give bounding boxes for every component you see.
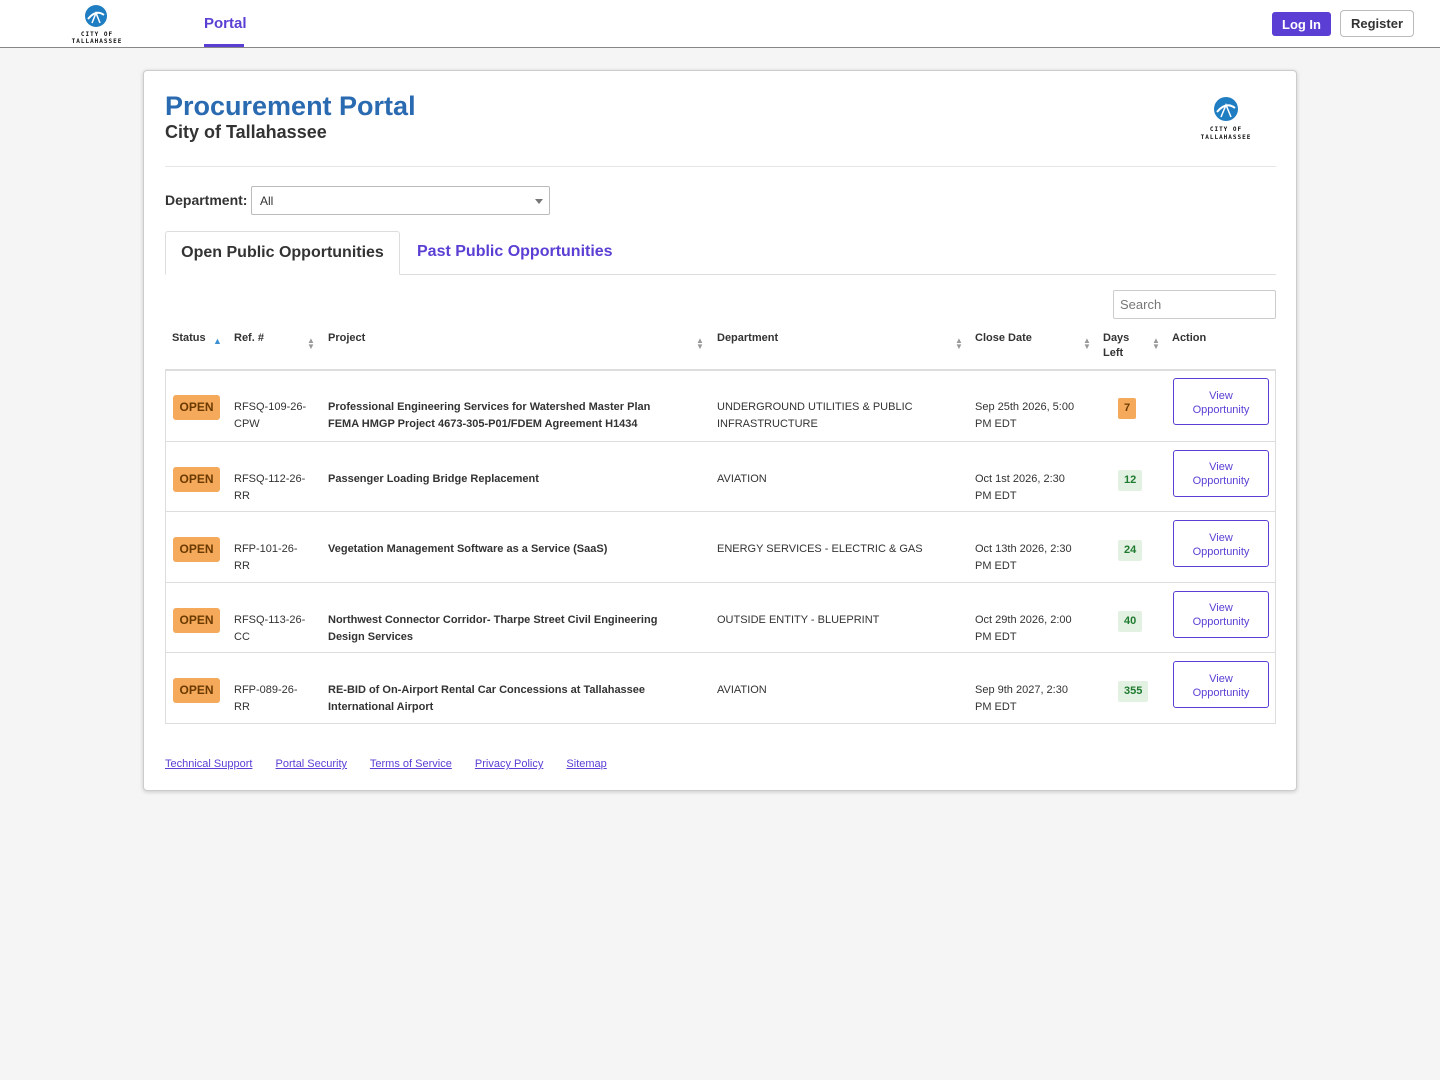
view-opportunity-button[interactable]: View Opportunity [1173, 520, 1269, 567]
days-left-badge: 12 [1118, 469, 1143, 491]
footer-links: Technical Support Portal Security Terms … [165, 758, 627, 770]
department-label: Department: [165, 192, 248, 208]
ref-number: RFSQ-113-26- CC [234, 613, 306, 643]
table-row: OPEN RFSQ-109-26- CPW Professional Engine… [166, 370, 1275, 441]
page-title: Procurement Portal [165, 91, 416, 121]
header-department[interactable]: Department [717, 331, 778, 346]
header-status[interactable]: Status [172, 331, 206, 346]
city-logo-icon[interactable]: CITY OF TALLAHASSEE [58, 3, 136, 45]
header-close-date[interactable]: Close Date [975, 331, 1032, 346]
department-name: AVIATION [717, 472, 767, 485]
project-name: Professional Engineering Services for Wa… [328, 401, 651, 430]
view-opportunity-button[interactable]: View Opportunity [1173, 590, 1269, 638]
close-date: Oct 29th 2026, 2:00 PM EDT [975, 613, 1072, 643]
footer-link-privacy-policy[interactable]: Privacy Policy [475, 758, 543, 770]
chevron-down-icon [535, 199, 543, 204]
close-date: Sep 25th 2026, 5:00 PM EDT [975, 401, 1075, 430]
department-name: AVIATION [717, 684, 767, 696]
tab-past-opportunities[interactable]: Past Public Opportunities [417, 231, 613, 273]
department-select-value: All [260, 194, 274, 208]
status-badge: OPEN [173, 678, 220, 703]
project-name: Passenger Loading Bridge Replacement [328, 472, 539, 485]
status-badge: OPEN [173, 607, 220, 633]
sort-icon[interactable]: ▲ ▼ [307, 337, 315, 351]
project-name: Northwest Connector Corridor- Tharpe Str… [328, 613, 658, 643]
ref-number: RFP-089-26- RR [234, 684, 298, 713]
view-opportunity-button[interactable]: View Opportunity [1173, 661, 1269, 708]
sort-ascending-icon[interactable]: ▲ [213, 336, 222, 346]
department-name: ENERGY SERVICES - ELECTRIC & GAS [717, 543, 923, 555]
header-project[interactable]: Project [328, 331, 365, 346]
top-navbar: CITY OF TALLAHASSEE Portal Log In Regist… [0, 0, 1440, 48]
footer-link-technical-support[interactable]: Technical Support [165, 758, 252, 770]
login-button[interactable]: Log In [1272, 12, 1331, 36]
status-badge: OPEN [173, 466, 220, 492]
tab-open-opportunities[interactable]: Open Public Opportunities [165, 231, 400, 275]
status-badge: OPEN [173, 537, 220, 562]
procurement-card: Procurement Portal City of Tallahassee C… [143, 70, 1297, 791]
department-name: UNDERGROUND UTILITIES & PUBLIC INFRASTRUC… [717, 401, 913, 430]
divider [165, 166, 1276, 167]
ref-number: RFP-101-26- RR [234, 543, 298, 572]
search-input[interactable] [1113, 290, 1276, 319]
ref-number: RFSQ-112-26- RR [234, 472, 306, 502]
close-date: Oct 1st 2026, 2:30 PM EDT [975, 472, 1065, 502]
sort-icon[interactable]: ▲ ▼ [1083, 337, 1091, 351]
status-badge: OPEN [173, 395, 220, 420]
nav-active-indicator [204, 44, 244, 47]
table-row: OPEN RFSQ-113-26- CC Northwest Connector … [166, 581, 1275, 653]
table-row: OPEN RFP-089-26- RR RE-BID of On-Airport … [166, 652, 1275, 723]
view-opportunity-button[interactable]: View Opportunity [1173, 378, 1269, 425]
days-left-badge: 24 [1118, 540, 1143, 561]
table-row: OPEN RFSQ-112-26- RR Passenger Loading Br… [166, 440, 1275, 512]
project-name: RE-BID of On-Airport Rental Car Concessi… [328, 684, 646, 713]
footer-link-terms-of-service[interactable]: Terms of Service [370, 758, 452, 770]
department-select[interactable]: All [251, 186, 550, 215]
department-name: OUTSIDE ENTITY - BLUEPRINT [717, 613, 880, 626]
svg-text:CITY OF: CITY OF [81, 31, 113, 38]
page-subtitle: City of Tallahassee [165, 122, 327, 142]
footer-link-sitemap[interactable]: Sitemap [566, 758, 606, 770]
project-name: Vegetation Management Software as a Serv… [328, 543, 608, 555]
svg-text:TALLAHASSEE: TALLAHASSEE [1201, 134, 1252, 141]
svg-text:TALLAHASSEE: TALLAHASSEE [72, 38, 123, 45]
register-button[interactable]: Register [1340, 10, 1414, 37]
nav-portal-link[interactable]: Portal [204, 0, 247, 48]
table-header: Status ▲ Ref. # ▲ ▼ Project ▲ ▼ Department… [165, 321, 1276, 371]
sort-icon[interactable]: ▲ ▼ [1152, 337, 1160, 351]
header-action: Action [1172, 332, 1207, 344]
table-row: OPEN RFP-101-26- RR Vegetation Management… [166, 511, 1275, 582]
days-left-badge: 355 [1118, 681, 1149, 702]
sort-icon[interactable]: ▲ ▼ [955, 337, 963, 351]
days-left-badge: 40 [1118, 610, 1143, 632]
ref-number: RFSQ-109-26- CPW [234, 401, 307, 430]
days-left-badge: 7 [1118, 398, 1137, 419]
city-logo-icon: CITY OF TALLAHASSEE [1201, 97, 1252, 141]
svg-text:CITY OF: CITY OF [1210, 126, 1242, 133]
close-date: Sep 9th 2027, 2:30 PM EDT [975, 684, 1068, 713]
header-days-left[interactable]: Days Left [1103, 331, 1129, 361]
sort-icon[interactable]: ▲ ▼ [696, 337, 704, 351]
footer-link-portal-security[interactable]: Portal Security [276, 758, 348, 770]
header-ref[interactable]: Ref. # [234, 331, 264, 346]
close-date: Oct 13th 2026, 2:30 PM EDT [975, 543, 1072, 572]
opportunities-table: OPEN RFSQ-109-26- CPW Professional Engine… [165, 370, 1276, 724]
view-opportunity-button[interactable]: View Opportunity [1173, 449, 1269, 497]
